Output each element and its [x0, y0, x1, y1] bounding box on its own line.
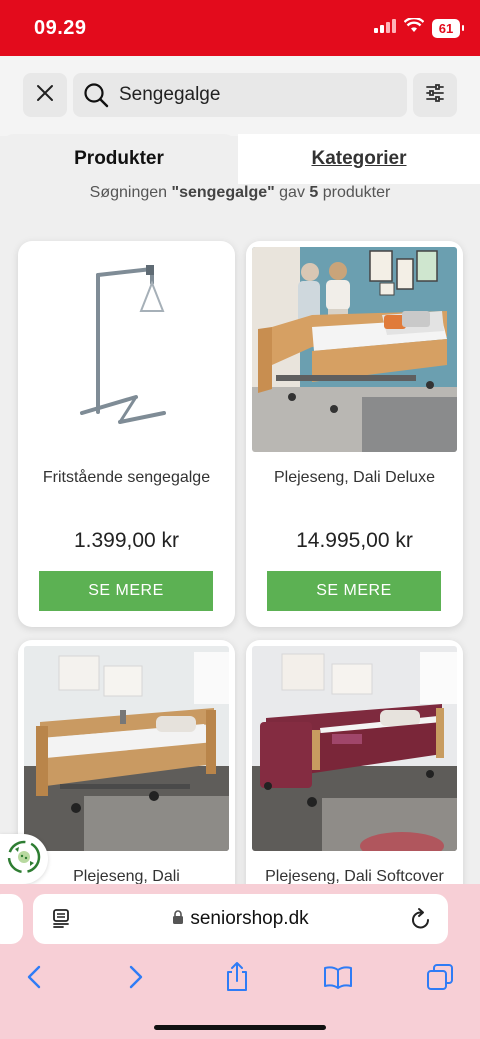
forward-button[interactable] [116, 959, 156, 999]
tab-kategorier[interactable]: Kategorier [238, 134, 480, 184]
status-bar: 09.29 61 [0, 0, 480, 56]
lock-icon [172, 909, 184, 931]
care-bed-deluxe-image [252, 247, 457, 452]
product-card[interactable]: Plejeseng, Dali Softcover [246, 640, 463, 920]
back-button[interactable] [14, 959, 54, 999]
filter-sliders-icon [425, 83, 445, 108]
result-tabs: Produkter Kategorier [0, 134, 480, 184]
previous-tab-peek[interactable] [0, 894, 23, 944]
product-price: 14.995,00 kr [296, 529, 413, 552]
status-icons: 61 [374, 16, 464, 38]
share-button[interactable] [217, 959, 257, 999]
se-mere-button[interactable]: SE MERE [39, 571, 213, 611]
care-bed-softcover-image [252, 646, 457, 851]
search-box[interactable] [73, 73, 407, 117]
signal-icon [374, 18, 396, 38]
close-icon [36, 84, 54, 107]
product-image[interactable] [24, 646, 229, 851]
tabs-button[interactable] [420, 959, 460, 999]
browser-toolbar [0, 959, 480, 1009]
product-card[interactable]: Fritstående sengegalge 1.399,00 kr SE ME… [18, 241, 235, 627]
product-title[interactable]: Fritstående sengegalge [18, 469, 235, 487]
wifi-icon [403, 16, 425, 38]
filter-button[interactable] [413, 73, 457, 117]
se-mere-button[interactable]: SE MERE [267, 571, 441, 611]
tabs-icon [426, 963, 454, 996]
product-price: 1.399,00 kr [73, 529, 180, 552]
tab-produkter[interactable]: Produkter [0, 134, 238, 184]
product-card[interactable]: Plejeseng, Dali [18, 640, 235, 920]
search-icon [83, 82, 109, 108]
reload-icon[interactable] [410, 907, 432, 936]
url-display[interactable]: seniorshop.dk [33, 908, 448, 931]
battery-indicator: 61 [432, 18, 464, 38]
product-image[interactable] [252, 646, 457, 851]
care-bed-dali-image [24, 646, 229, 851]
search-result-summary: Søgningen "sengegalge" gav 5 produkter [89, 184, 391, 201]
search-input[interactable] [119, 84, 389, 106]
bookmarks-button[interactable] [318, 959, 358, 999]
address-bar[interactable]: seniorshop.dk [33, 894, 448, 944]
close-button[interactable] [23, 73, 67, 117]
product-title[interactable]: Plejeseng, Dali Deluxe [246, 469, 463, 487]
back-icon [26, 965, 42, 994]
home-indicator [154, 1025, 326, 1030]
product-card[interactable]: Plejeseng, Dali Deluxe 14.995,00 kr SE M… [246, 241, 463, 627]
product-image[interactable] [24, 247, 229, 452]
status-time: 09.29 [34, 17, 87, 39]
bookmarks-icon [323, 965, 353, 994]
product-image[interactable] [252, 247, 457, 452]
recycle-badge-icon [7, 840, 41, 879]
recycle-badge[interactable] [0, 834, 48, 884]
patient-lift-image [80, 265, 166, 424]
forward-icon [128, 965, 144, 994]
url-text: seniorshop.dk [190, 907, 309, 929]
share-icon [224, 961, 250, 998]
browser-bottom-bar: seniorshop.dk [0, 884, 480, 1039]
search-header [0, 56, 480, 136]
